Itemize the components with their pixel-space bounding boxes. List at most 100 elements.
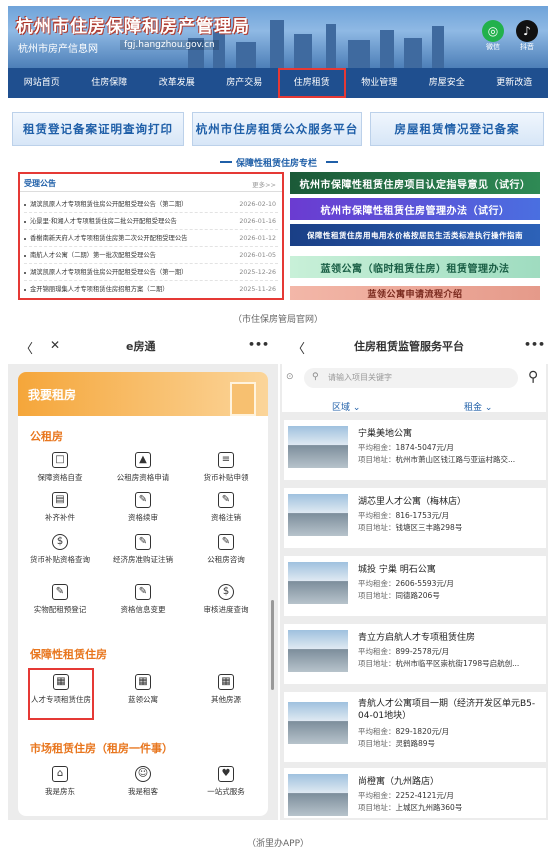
scrollbar[interactable] [271, 600, 274, 690]
property-name: 城投 宁巢 明石公寓 [358, 565, 436, 575]
service-landlord[interactable]: ⌂ 我是房东 [23, 766, 97, 797]
nav-property-mgmt[interactable]: 物业管理 [346, 68, 414, 98]
service-eligibility-check[interactable]: □ 保障资格自查 [23, 452, 97, 483]
promo-rental-registration[interactable]: 房屋租赁情况登记备案 [370, 112, 544, 146]
announcement-item[interactable]: 香榭南新天府人才专项租赁住房第二次公开配租受理公告 2026-01-12 [24, 230, 278, 247]
wechat-label: 微信 [486, 43, 500, 51]
promo-rental-platform[interactable]: 杭州市住房租赁公众服务平台 [192, 112, 362, 146]
special-column-title: 保障性租赁住房专栏 [236, 159, 318, 169]
nav-trade[interactable]: 房产交易 [211, 68, 279, 98]
banner-guideline[interactable]: 杭州市保障性租赁住房项目认定指导意见（试行） [290, 172, 540, 194]
property-item[interactable]: 尚橙寓（九州路店） 平均租金：2252-4121元/月 项目地址：上城区九州路3… [284, 768, 546, 818]
service-supplement[interactable]: ▤ 补齐补件 [23, 492, 97, 523]
more-link[interactable]: 更多>> [252, 179, 276, 189]
section-public-rental: 公租房 [30, 430, 63, 443]
property-name: 湖芯里人才公寓（梅林店） [358, 497, 467, 507]
more-menu-icon[interactable]: ••• [524, 338, 545, 360]
more-menu-icon[interactable]: ••• [248, 338, 269, 360]
property-name: 青航人才公寓项目一期（经济开发区单元B5-04-01地块） [358, 699, 536, 721]
nav-rental[interactable]: 住房租赁 [278, 68, 346, 98]
building-icon: ▦ [135, 674, 151, 690]
service-subsidy-query[interactable]: $ 货币补贴资格查询 [23, 534, 97, 565]
property-price: 平均租金：2252-4121元/月 [358, 791, 454, 800]
banner-utility-guide[interactable]: 保障性租赁住房用电用水价格按居民生活类标准执行操作指南 [290, 224, 540, 246]
property-name: 尚橙寓（九州路店） [358, 777, 440, 787]
service-tenant[interactable]: ☺ 我是租客 [106, 766, 180, 797]
property-address: 项目地址：钱塘区三丰路298号 [358, 523, 463, 532]
back-icon[interactable]: 〈 [20, 338, 33, 360]
service-subsidy-claim[interactable]: ≡ 货币补贴申领 [189, 452, 263, 483]
site-url: fgj.hangzhou.gov.cn [120, 40, 219, 50]
service-one-stop[interactable]: ♥ 一站式服务 [189, 766, 263, 797]
main-nav: 网站首页 住房保障 改革发展 房产交易 住房租赁 物业管理 房屋安全 更新改造 [8, 68, 548, 98]
douyin-icon[interactable]: ♪ [516, 20, 538, 42]
currency-icon: $ [218, 584, 234, 600]
service-consultation[interactable]: ✎ 公租房咨询 [189, 534, 263, 565]
key-icon: ⌂ [52, 766, 68, 782]
stamp-icon: ▲ [135, 452, 151, 468]
coins-icon: ≡ [218, 452, 234, 468]
nav-house-safety[interactable]: 房屋安全 [413, 68, 481, 98]
announcement-item[interactable]: 沁景里·和湘人才专项租赁住房二批公开配租受理公告 2026-01-16 [24, 213, 278, 230]
announcement-item[interactable]: 南航人才公寓（二期）第一批次配租受理公告 2026-01-05 [24, 247, 278, 264]
service-talent-housing[interactable]: ▦ 人才专项租赁住房 [24, 674, 98, 705]
filter-district[interactable]: 区域 ⌄ [332, 400, 360, 413]
heart-hands-icon: ♥ [218, 766, 234, 782]
service-progress-query[interactable]: $ 审核进度查询 [189, 584, 263, 615]
caption-website: （市住保房管局官网） [232, 315, 323, 325]
service-purchase-permit-cancel[interactable]: ✎ 经济房准购证注销 [106, 534, 180, 565]
nav-home[interactable]: 网站首页 [8, 68, 76, 98]
property-price: 平均租金：829-1820元/月 [358, 727, 450, 736]
service-pre-registration[interactable]: ✎ 实物配租预登记 [23, 584, 97, 615]
search-icon[interactable]: ⚲ [528, 369, 538, 385]
property-photo [288, 630, 348, 672]
property-item[interactable]: 湖芯里人才公寓（梅林店） 平均租金：816-1753元/月 项目地址：钱塘区三丰… [284, 488, 546, 548]
banner-management-rules[interactable]: 杭州市保障性租赁住房管理办法（试行） [290, 198, 540, 220]
nav-reform[interactable]: 改革发展 [143, 68, 211, 98]
search-input[interactable]: 请输入项目关键字 [304, 368, 518, 388]
rent-banner[interactable]: 我要租房 [18, 372, 268, 416]
property-photo [288, 494, 348, 536]
banner-blue-collar-rules[interactable]: 蓝领公寓（临时租赁住房）租赁管理办法 [290, 256, 540, 278]
divider [326, 161, 338, 163]
wechat-icon[interactable]: ◎ [482, 20, 504, 42]
property-item[interactable]: 城投 宁巢 明石公寓 平均租金：2606-5593元/月 项目地址：同德路206… [284, 556, 546, 616]
banner-application-process[interactable]: 蓝领公寓申请流程介绍 [290, 286, 540, 300]
history-icon[interactable]: ⊙ [286, 372, 294, 382]
service-cancellation[interactable]: ✎ 资格注销 [189, 492, 263, 523]
service-other-housing[interactable]: ▦ 其他房源 [189, 674, 263, 705]
document-icon: ▤ [52, 492, 68, 508]
property-item[interactable]: 宁巢美地公寓 平均租金：1874-5047元/月 项目地址：杭州市萧山区钱江路与… [284, 420, 546, 480]
property-item[interactable]: 青航人才公寓项目一期（经济开发区单元B5-04-01地块） 平均租金：829-1… [284, 692, 546, 762]
search-field-icon: ⚲ [312, 372, 319, 382]
caption-app: （浙里办APP） [246, 839, 309, 849]
app-title: 住房租赁监管服务平台 [354, 340, 464, 353]
service-eligibility-apply[interactable]: ▲ 公租房资格申请 [106, 452, 180, 483]
section-market-rental: 市场租赁住房（租房一件事） [30, 742, 173, 755]
property-photo [288, 562, 348, 604]
promo-rental-certificate[interactable]: 租赁登记备案证明查询打印 [12, 112, 184, 146]
property-photo [288, 774, 348, 816]
housing-bureau-website: 杭州市住房保障和房产管理局 杭州市房产信息网 fgj.hangzhou.gov.… [8, 6, 548, 302]
building-icon [230, 382, 256, 416]
nav-renewal[interactable]: 更新改造 [481, 68, 549, 98]
service-info-change[interactable]: ✎ 资格信息变更 [106, 584, 180, 615]
douyin-label: 抖音 [520, 43, 534, 51]
announcement-item[interactable]: 湖滨凯原人才专项租赁住房公开配租受理公告（第二期） 2026-02-10 [24, 196, 278, 213]
property-address: 项目地址：杭州市萧山区钱江路与亚运村路交... [358, 455, 516, 464]
filter-rent[interactable]: 租金 ⌄ [464, 400, 492, 413]
close-icon[interactable]: ✕ [50, 338, 60, 360]
nav-housing-security[interactable]: 住房保障 [76, 68, 144, 98]
service-renewal[interactable]: ✎ 资格续审 [106, 492, 180, 523]
service-blue-collar-apartment[interactable]: ▦ 蓝领公寓 [106, 674, 180, 705]
property-price: 平均租金：1874-5047元/月 [358, 443, 454, 452]
announcement-item[interactable]: 湖滨凯原人才专项租赁住房公开配租受理公告（第一期） 2025-12-26 [24, 264, 278, 281]
back-icon[interactable]: 〈 [292, 338, 305, 360]
building-icon: ▦ [218, 674, 234, 690]
property-price: 平均租金：899-2578元/月 [358, 647, 450, 656]
property-item[interactable]: 青立方启航人才专项租赁住房 平均租金：899-2578元/月 项目地址：杭州市临… [284, 624, 546, 684]
announcement-panel: 受理公告 更多>> 湖滨凯原人才专项租赁住房公开配租受理公告（第二期） 2026-… [18, 172, 284, 300]
announcement-item[interactable]: 金开锦丽璟集人才专项租赁住房招租方案（二期） 2025-11-26 [24, 281, 278, 298]
edit-icon: ✎ [135, 492, 151, 508]
person-icon: ☺ [135, 766, 151, 782]
